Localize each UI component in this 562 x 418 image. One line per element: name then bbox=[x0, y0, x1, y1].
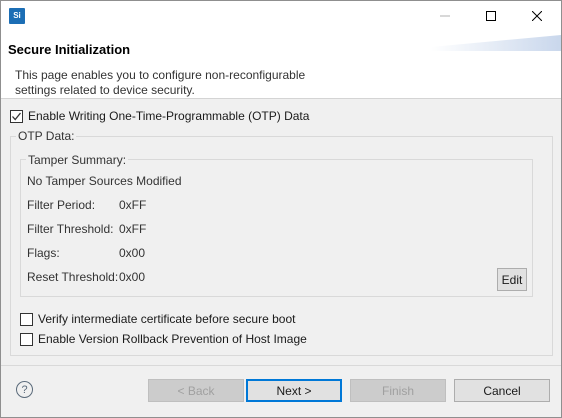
checkbox-box[interactable] bbox=[10, 109, 23, 123]
page-title: Secure Initialization bbox=[8, 42, 131, 57]
flags-value: 0x00 bbox=[119, 246, 146, 260]
checkbox-box[interactable] bbox=[20, 312, 33, 326]
wizard-header: Secure Initialization This page enables … bbox=[1, 31, 561, 99]
close-button[interactable] bbox=[514, 1, 560, 31]
edit-tamper-button[interactable]: Edit bbox=[497, 268, 527, 291]
back-button[interactable]: < Back bbox=[148, 379, 244, 402]
banner-decoration bbox=[431, 35, 561, 51]
enable-otp-label: Enable Writing One-Time-Programmable (OT… bbox=[28, 109, 310, 123]
minimize-icon bbox=[440, 15, 450, 17]
flags-label: Flags: bbox=[27, 246, 60, 260]
maximize-button[interactable] bbox=[468, 1, 514, 31]
rollback-prevention-checkbox[interactable]: Enable Version Rollback Prevention of Ho… bbox=[20, 332, 307, 346]
checkbox-box[interactable] bbox=[20, 332, 33, 346]
verify-certificate-label: Verify intermediate certificate before s… bbox=[38, 312, 296, 326]
tamper-status-text: No Tamper Sources Modified bbox=[27, 174, 182, 188]
minimize-button[interactable] bbox=[422, 1, 468, 31]
filter-threshold-value: 0xFF bbox=[119, 222, 147, 236]
filter-threshold-label: Filter Threshold: bbox=[27, 222, 114, 236]
verify-certificate-checkbox[interactable]: Verify intermediate certificate before s… bbox=[20, 312, 295, 326]
finish-button[interactable]: Finish bbox=[350, 379, 446, 402]
close-icon bbox=[532, 11, 542, 21]
enable-otp-checkbox[interactable]: Enable Writing One-Time-Programmable (OT… bbox=[10, 109, 309, 123]
footer-separator bbox=[1, 365, 561, 366]
title-bar: Si bbox=[1, 1, 561, 31]
cancel-button[interactable]: Cancel bbox=[454, 379, 550, 402]
filter-period-value: 0xFF bbox=[119, 198, 147, 212]
reset-threshold-value: 0x00 bbox=[119, 270, 146, 284]
help-button[interactable]: ? bbox=[16, 381, 33, 398]
help-icon: ? bbox=[21, 383, 28, 396]
maximize-icon bbox=[486, 11, 496, 21]
checkmark-icon bbox=[12, 112, 22, 120]
wizard-window: Si Secure Initialization This page enabl… bbox=[0, 0, 562, 418]
app-icon: Si bbox=[9, 8, 25, 24]
tamper-summary-label: Tamper Summary: bbox=[26, 153, 129, 167]
page-description: This page enables you to configure non-r… bbox=[15, 68, 306, 97]
rollback-prevention-label: Enable Version Rollback Prevention of Ho… bbox=[38, 332, 307, 346]
filter-period-label: Filter Period: bbox=[27, 198, 96, 212]
reset-threshold-label: Reset Threshold: bbox=[27, 270, 119, 284]
next-button[interactable]: Next > bbox=[246, 379, 342, 402]
otp-data-group-label: OTP Data: bbox=[16, 129, 77, 143]
